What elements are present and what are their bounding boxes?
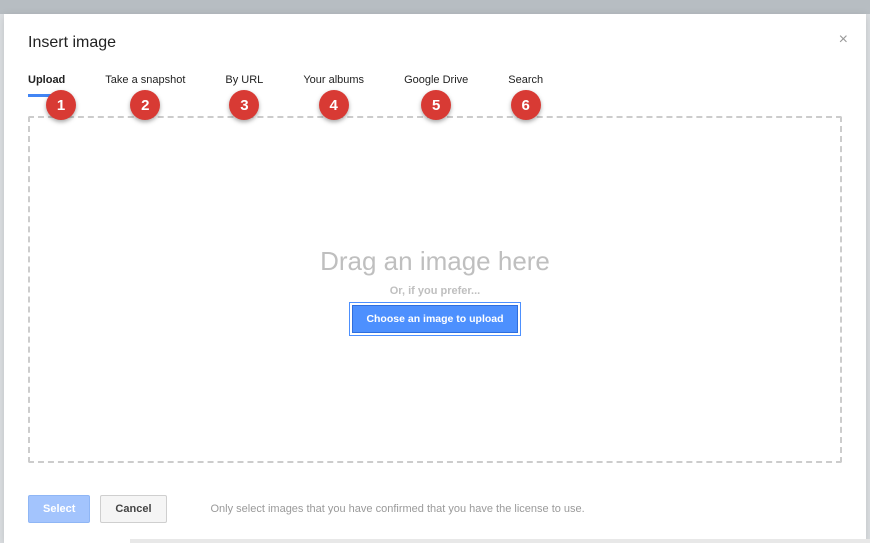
footer-hint: Only select images that you have confirm… [211, 503, 585, 515]
dropzone-main-text: Drag an image here [320, 246, 550, 277]
annotation-badge-2: 2 [130, 90, 160, 120]
tab-label: By URL [225, 74, 263, 86]
tab-label: Upload [28, 74, 65, 86]
tabs: Upload 1 Take a snapshot 2 By URL 3 Your… [4, 68, 866, 98]
tab-label: Your albums [303, 74, 364, 86]
dropzone-sub-text: Or, if you prefer... [390, 285, 480, 297]
cancel-button[interactable]: Cancel [100, 495, 166, 523]
tab-label: Search [508, 74, 543, 86]
tab-label: Take a snapshot [105, 74, 185, 86]
annotation-badge-5: 5 [421, 90, 451, 120]
close-icon[interactable]: × [839, 32, 848, 48]
tab-google-drive[interactable]: Google Drive 5 [404, 68, 468, 97]
tab-your-albums[interactable]: Your albums 4 [303, 68, 364, 97]
backdrop [0, 0, 870, 14]
annotation-badge-1: 1 [46, 90, 76, 120]
annotation-badge-4: 4 [319, 90, 349, 120]
upload-dropzone[interactable]: Drag an image here Or, if you prefer... … [28, 116, 842, 463]
modal-header: Insert image × [4, 14, 866, 68]
bottom-edge [130, 539, 870, 543]
annotation-badge-3: 3 [229, 90, 259, 120]
tab-take-snapshot[interactable]: Take a snapshot 2 [105, 68, 185, 97]
insert-image-modal: Insert image × Upload 1 Take a snapshot … [4, 14, 866, 543]
content-area: Drag an image here Or, if you prefer... … [4, 98, 866, 481]
tab-label: Google Drive [404, 74, 468, 86]
modal-title: Insert image [28, 34, 842, 52]
tab-search[interactable]: Search 6 [508, 68, 543, 97]
choose-image-button[interactable]: Choose an image to upload [352, 305, 517, 333]
modal-footer: Select Cancel Only select images that yo… [4, 481, 866, 543]
tab-upload[interactable]: Upload 1 [28, 68, 65, 97]
tab-by-url[interactable]: By URL 3 [225, 68, 263, 97]
annotation-badge-6: 6 [511, 90, 541, 120]
select-button[interactable]: Select [28, 495, 90, 523]
